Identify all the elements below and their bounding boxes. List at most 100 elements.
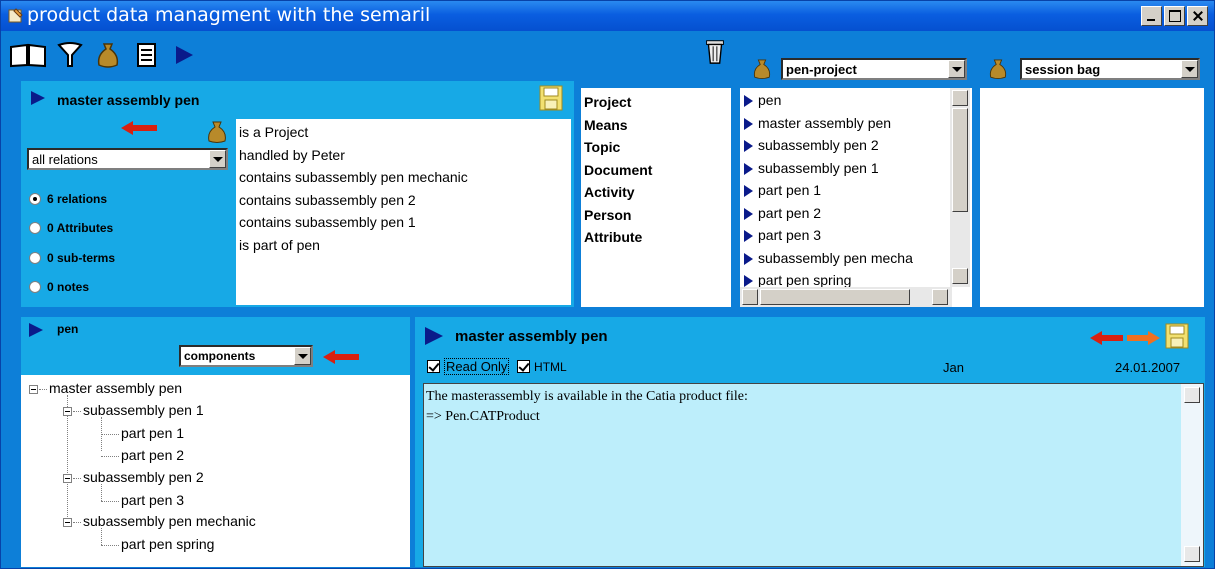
vertical-scrollbar[interactable]: [1181, 384, 1203, 566]
checkbox-icon[interactable]: [427, 360, 440, 373]
relations-list: is a Project handled by Peter contains s…: [236, 119, 571, 305]
document-icon[interactable]: [135, 41, 159, 69]
category-list: Project Means Topic Document Activity Pe…: [581, 88, 731, 307]
relation-item[interactable]: contains subassembly pen mechanic: [239, 166, 568, 189]
filter-icon[interactable]: [57, 41, 83, 69]
tree-node[interactable]: part pen spring: [121, 536, 214, 552]
scroll-thumb[interactable]: [952, 108, 968, 212]
tree-node[interactable]: master assembly pen: [49, 380, 182, 396]
chevron-down-icon[interactable]: [294, 347, 311, 365]
trash-icon[interactable]: [703, 37, 727, 65]
radio-dot[interactable]: [29, 252, 41, 264]
relation-item[interactable]: handled by Peter: [239, 144, 568, 167]
arrow-icon: [744, 140, 753, 153]
chevron-down-icon[interactable]: [1181, 60, 1198, 78]
collapse-icon[interactable]: [63, 518, 72, 527]
tree-node[interactable]: subassembly pen mechanic: [83, 513, 256, 529]
tree-node[interactable]: part pen 1: [121, 425, 184, 441]
category-item[interactable]: Document: [584, 159, 731, 182]
maximize-button[interactable]: [1164, 6, 1185, 26]
note-author: Jan: [943, 360, 964, 375]
category-item[interactable]: Topic: [584, 136, 731, 159]
horizontal-scrollbar[interactable]: [740, 287, 952, 307]
category-item[interactable]: Attribute: [584, 226, 731, 249]
category-item[interactable]: Activity: [584, 181, 731, 204]
scroll-down-button[interactable]: [1184, 546, 1200, 562]
collapse-icon[interactable]: [63, 474, 72, 483]
radio-sub-terms[interactable]: 0 sub-terms: [29, 251, 115, 265]
arrow-icon: [744, 252, 753, 265]
list-item[interactable]: master assembly pen: [744, 112, 950, 135]
radio-attributes[interactable]: 0 Attributes: [29, 221, 113, 235]
title-bar: product data managment with the semaril: [1, 1, 1214, 31]
tree-node[interactable]: part pen 2: [121, 447, 184, 463]
app-window: product data managment with the semaril: [0, 0, 1215, 569]
note-date: 24.01.2007: [1115, 360, 1181, 375]
list-item[interactable]: subassembly pen 2: [744, 134, 950, 157]
category-item[interactable]: Project: [584, 91, 731, 114]
save-icon[interactable]: [1165, 323, 1189, 349]
back-arrow-icon[interactable]: [121, 121, 157, 135]
play-icon[interactable]: [425, 327, 443, 345]
chevron-down-icon[interactable]: [948, 60, 965, 78]
book-icon[interactable]: [9, 41, 47, 69]
project-bag-select[interactable]: pen-project: [781, 58, 967, 80]
play-icon[interactable]: [29, 323, 43, 337]
tree-view-select[interactable]: components: [179, 345, 313, 367]
radio-dot[interactable]: [29, 281, 41, 293]
term-panel: master assembly pen all relations 6 rela…: [21, 81, 574, 307]
tree-node[interactable]: subassembly pen 2: [83, 469, 204, 485]
html-label: HTML: [534, 360, 567, 374]
relation-item[interactable]: is a Project: [239, 121, 568, 144]
scroll-up-button[interactable]: [952, 90, 968, 106]
radio-dot[interactable]: [29, 193, 41, 205]
list-item[interactable]: pen: [744, 89, 950, 112]
scroll-down-button[interactable]: [952, 268, 968, 284]
close-button[interactable]: [1187, 6, 1208, 26]
back-arrow-icon[interactable]: [323, 350, 359, 364]
arrow-icon: [744, 117, 753, 130]
window-title: product data managment with the semaril: [27, 4, 431, 26]
collapse-icon[interactable]: [63, 407, 72, 416]
chevron-down-icon[interactable]: [209, 150, 226, 168]
play-icon[interactable]: [173, 41, 195, 69]
scroll-up-button[interactable]: [1184, 387, 1200, 403]
collapse-icon[interactable]: [29, 385, 38, 394]
radio-dot[interactable]: [29, 222, 41, 234]
save-icon[interactable]: [539, 85, 563, 111]
radio-relations[interactable]: 6 relations: [29, 192, 107, 206]
scroll-thumb[interactable]: [760, 289, 910, 305]
bag-icon[interactable]: [988, 57, 1008, 81]
html-checkbox[interactable]: [517, 360, 531, 373]
relation-item[interactable]: contains subassembly pen 2: [239, 189, 568, 212]
radio-label: 0 sub-terms: [47, 251, 116, 265]
tree-node[interactable]: subassembly pen 1: [83, 402, 204, 418]
scroll-left-button[interactable]: [742, 289, 758, 305]
nav-arrows-icon[interactable]: [1090, 331, 1160, 345]
category-item[interactable]: Person: [584, 204, 731, 227]
list-item[interactable]: subassembly pen 1: [744, 157, 950, 180]
note-text-area[interactable]: The masterassembly is available in the C…: [423, 383, 1204, 567]
scroll-right-button[interactable]: [932, 289, 948, 305]
radio-notes[interactable]: 0 notes: [29, 280, 89, 294]
relation-item[interactable]: contains subassembly pen 1: [239, 211, 568, 234]
project-bag-header: pen-project: [738, 53, 972, 87]
note-text-line: The masterassembly is available in the C…: [426, 389, 748, 404]
vertical-scrollbar[interactable]: [950, 88, 970, 287]
list-item[interactable]: part pen 2: [744, 202, 950, 225]
session-bag-header: session bag: [978, 53, 1204, 87]
list-item[interactable]: subassembly pen mecha: [744, 247, 950, 270]
read-only-checkbox[interactable]: Read Only HTML: [427, 358, 567, 375]
bag-icon[interactable]: [206, 120, 228, 144]
session-bag-select[interactable]: session bag: [1020, 58, 1200, 80]
list-item[interactable]: part pen 3: [744, 224, 950, 247]
minimize-button[interactable]: [1141, 6, 1162, 26]
list-item[interactable]: part pen 1: [744, 179, 950, 202]
relation-item[interactable]: is part of pen: [239, 234, 568, 257]
category-item[interactable]: Means: [584, 114, 731, 137]
bag-icon[interactable]: [752, 57, 772, 81]
bag-icon[interactable]: [95, 41, 121, 69]
tree-node[interactable]: part pen 3: [121, 492, 184, 508]
relation-filter-select[interactable]: all relations: [27, 148, 228, 170]
play-icon[interactable]: [31, 91, 45, 105]
